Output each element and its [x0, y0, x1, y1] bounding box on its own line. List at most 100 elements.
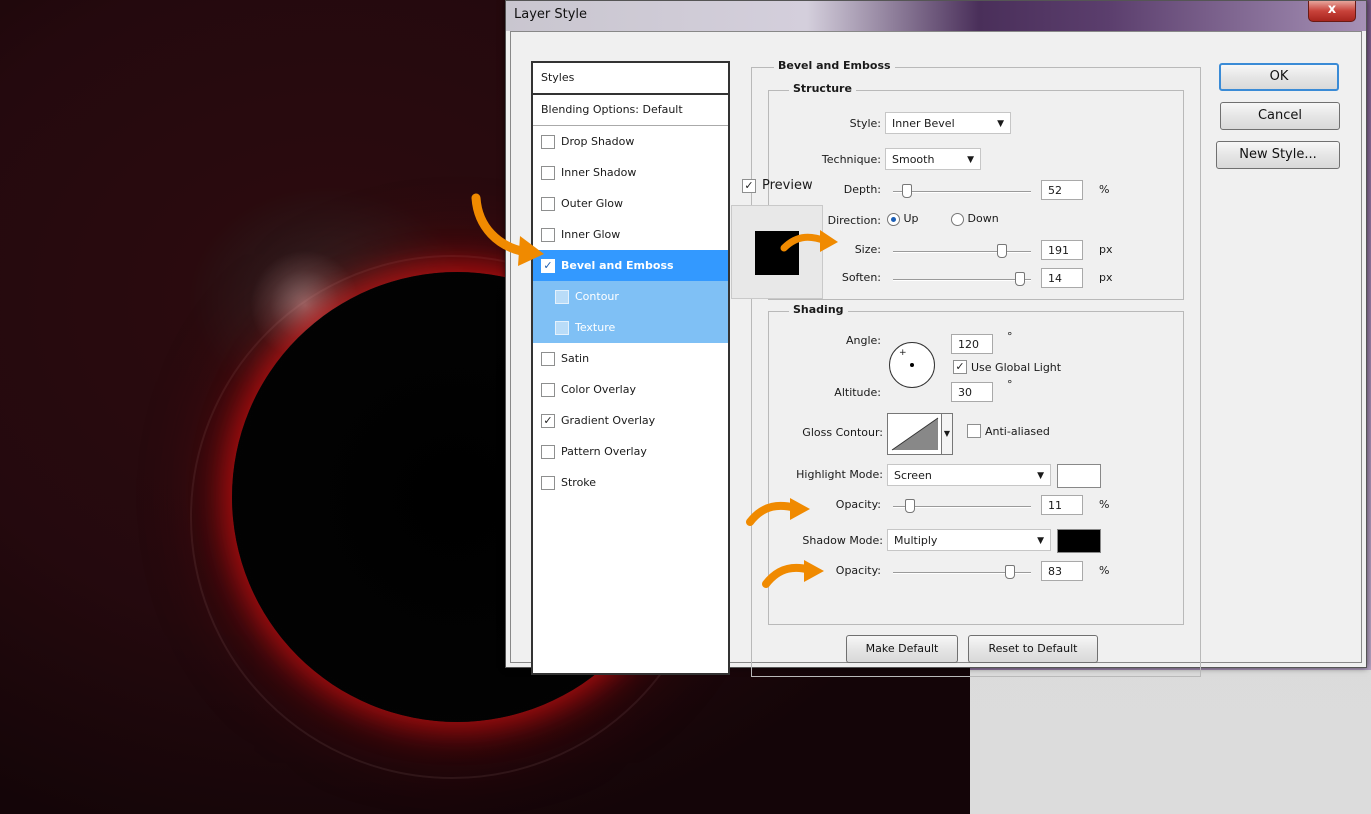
- highlight-mode-dropdown[interactable]: Screen ▼: [887, 464, 1051, 486]
- checkmark-icon: ✓: [953, 360, 967, 374]
- style-item-pattern-overlay[interactable]: Pattern Overlay: [533, 436, 728, 467]
- chevron-down-icon: ▼: [967, 155, 974, 165]
- chevron-down-icon: ▼: [1037, 471, 1044, 481]
- anti-aliased-checkbox[interactable]: Anti-aliased: [967, 424, 1050, 438]
- style-item-gradient-overlay[interactable]: ✓ Gradient Overlay: [533, 405, 728, 436]
- technique-label: Technique:: [821, 153, 881, 166]
- highlight-opacity-input[interactable]: 11: [1041, 495, 1083, 515]
- direction-down-radio[interactable]: Down: [951, 212, 999, 226]
- shading-title: Shading: [789, 303, 848, 316]
- depth-slider[interactable]: [893, 191, 1031, 193]
- bevel-emboss-title: Bevel and Emboss: [774, 59, 895, 72]
- dial-center-dot: [910, 363, 914, 367]
- shadow-mode-value: Multiply: [894, 534, 938, 547]
- soften-input[interactable]: 14: [1041, 268, 1083, 288]
- new-style-button[interactable]: New Style...: [1216, 141, 1340, 169]
- soften-unit: px: [1099, 271, 1113, 284]
- global-light-label: Use Global Light: [971, 360, 1062, 374]
- style-item-label: Stroke: [561, 476, 597, 489]
- reset-default-button[interactable]: Reset to Default: [968, 635, 1098, 663]
- annotation-arrow-icon: [780, 226, 840, 256]
- style-item-outer-glow[interactable]: Outer Glow: [533, 188, 728, 219]
- altitude-degree: °: [1007, 378, 1013, 391]
- shadow-opacity-input[interactable]: 83: [1041, 561, 1083, 581]
- style-item-label: Inner Glow: [561, 228, 621, 241]
- style-item-inner-shadow[interactable]: Inner Shadow: [533, 157, 728, 188]
- style-label: Style:: [849, 117, 881, 130]
- shadow-mode-label: Shadow Mode:: [802, 534, 883, 547]
- checkbox-empty-icon[interactable]: [555, 320, 569, 335]
- direction-up-radio[interactable]: Up: [887, 212, 919, 226]
- style-item-label: Contour: [575, 290, 619, 303]
- technique-dropdown[interactable]: Smooth ▼: [885, 148, 981, 170]
- style-item-contour[interactable]: Contour: [533, 281, 728, 312]
- preview-label: Preview: [762, 178, 813, 193]
- style-item-label: Texture: [575, 321, 616, 334]
- annotation-arrow-icon: [468, 192, 548, 267]
- global-light-checkbox[interactable]: ✓ Use Global Light: [953, 360, 1061, 374]
- gloss-contour-preview[interactable]: [887, 413, 943, 455]
- blending-options-item[interactable]: Blending Options: Default: [533, 95, 728, 126]
- chevron-down-icon: ▼: [1037, 536, 1044, 546]
- style-item-stroke[interactable]: Stroke: [533, 467, 728, 498]
- highlight-opacity-unit: %: [1099, 498, 1110, 511]
- size-slider-thumb[interactable]: [997, 244, 1007, 258]
- size-slider[interactable]: [893, 251, 1031, 253]
- direction-up-label: Up: [903, 212, 919, 225]
- checkbox-empty-icon[interactable]: [541, 165, 555, 180]
- depth-input[interactable]: 52: [1041, 180, 1083, 200]
- contour-curve-icon: [891, 417, 939, 451]
- soften-slider[interactable]: [893, 279, 1031, 281]
- shadow-color-swatch[interactable]: [1057, 529, 1101, 553]
- style-item-texture[interactable]: Texture: [533, 312, 728, 343]
- shadow-mode-dropdown[interactable]: Multiply ▼: [887, 529, 1051, 551]
- style-item-drop-shadow[interactable]: Drop Shadow: [533, 126, 728, 157]
- angle-label: Angle:: [845, 334, 881, 347]
- checkbox-empty-icon[interactable]: [541, 382, 555, 397]
- soften-slider-thumb[interactable]: [1015, 272, 1025, 286]
- highlight-opacity-thumb[interactable]: [905, 499, 915, 513]
- make-default-button[interactable]: Make Default: [846, 635, 958, 663]
- shadow-opacity-unit: %: [1099, 564, 1110, 577]
- angle-input[interactable]: 120: [951, 334, 993, 354]
- ok-button[interactable]: OK: [1219, 63, 1339, 91]
- depth-slider-thumb[interactable]: [902, 184, 912, 198]
- anti-aliased-label: Anti-aliased: [985, 424, 1050, 438]
- size-input[interactable]: 191: [1041, 240, 1083, 260]
- styles-header[interactable]: Styles: [533, 63, 728, 95]
- close-button[interactable]: x: [1308, 1, 1356, 22]
- style-item-inner-glow[interactable]: Inner Glow: [533, 219, 728, 250]
- style-item-label: Gradient Overlay: [561, 414, 656, 427]
- radio-off-icon: [951, 212, 964, 226]
- checkbox-empty-icon[interactable]: [541, 444, 555, 459]
- style-item-label: Pattern Overlay: [561, 445, 647, 458]
- checkbox-empty-icon[interactable]: [541, 351, 555, 366]
- size-unit: px: [1099, 243, 1113, 256]
- checkbox-empty-icon[interactable]: [541, 475, 555, 490]
- preview-checkbox[interactable]: ✓ Preview: [742, 178, 813, 193]
- chevron-down-icon: ▼: [997, 119, 1004, 129]
- style-value: Inner Bevel: [892, 117, 955, 130]
- dialog-body: Styles Blending Options: Default Drop Sh…: [510, 31, 1362, 677]
- altitude-label: Altitude:: [834, 386, 881, 399]
- style-item-bevel-and-emboss[interactable]: ✓ Bevel and Emboss: [533, 250, 728, 281]
- checkmark-icon[interactable]: ✓: [541, 413, 555, 428]
- style-item-satin[interactable]: Satin: [533, 343, 728, 374]
- checkbox-empty-icon[interactable]: [541, 134, 555, 149]
- style-item-color-overlay[interactable]: Color Overlay: [533, 374, 728, 405]
- dialog-titlebar[interactable]: Layer Style x: [506, 1, 1366, 31]
- altitude-input[interactable]: 30: [951, 382, 993, 402]
- shading-group: Shading Angle: + 120 ° ✓ Use Global Ligh…: [768, 303, 1184, 625]
- angle-dial[interactable]: +: [889, 342, 935, 388]
- direction-down-label: Down: [967, 212, 999, 225]
- gloss-contour-label: Gloss Contour:: [802, 426, 883, 439]
- gloss-contour-dropdown[interactable]: ▼: [941, 413, 953, 455]
- annotation-arrow-icon: [746, 496, 812, 528]
- highlight-mode-label: Highlight Mode:: [796, 468, 883, 481]
- checkbox-empty-icon[interactable]: [555, 289, 569, 304]
- style-dropdown[interactable]: Inner Bevel ▼: [885, 112, 1011, 134]
- depth-unit: %: [1099, 183, 1110, 196]
- highlight-color-swatch[interactable]: [1057, 464, 1101, 488]
- cancel-button[interactable]: Cancel: [1220, 102, 1340, 130]
- shadow-opacity-thumb[interactable]: [1005, 565, 1015, 579]
